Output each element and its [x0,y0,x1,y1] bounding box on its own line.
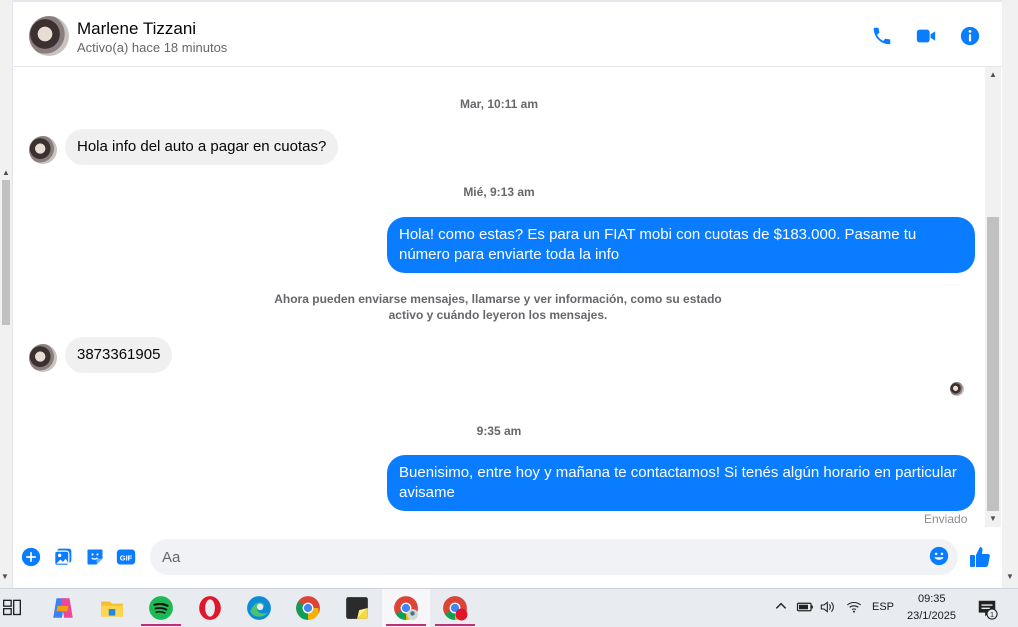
plus-icon[interactable] [21,547,41,567]
info-icon[interactable] [959,25,981,47]
page-scrollbar-left[interactable]: ▲ ▼ [0,0,12,588]
opera-icon[interactable] [197,595,223,621]
scroll-up-arrow-icon[interactable]: ▲ [989,70,997,79]
message-input[interactable] [150,539,958,575]
running-indicator [435,624,475,626]
emoji-icon[interactable] [929,546,949,566]
clock-date[interactable]: 23/1/2025 [907,610,956,622]
gif-icon[interactable]: GIF [116,547,136,567]
copilot-icon[interactable] [50,595,76,621]
scroll-down-arrow-icon[interactable]: ▼ [989,514,997,523]
running-indicator [141,624,181,626]
timestamp: 9:35 am [476,424,522,438]
chrome-icon[interactable] [295,595,321,621]
outgoing-message[interactable]: Buenisimo, entre hoy y mañana te contact… [387,455,975,511]
incoming-message[interactable]: 3873361905 [65,337,173,373]
taskbar: ESP 09:35 23/1/2025 1 [0,588,1018,627]
incoming-message[interactable]: Hola info del auto a pagar en cuotas? [65,129,339,165]
task-view-icon[interactable] [2,597,22,617]
messages-scrollbar[interactable]: ▲ ▼ [985,67,1001,527]
image-icon[interactable] [53,547,73,567]
input-language[interactable]: ESP [872,601,894,613]
phone-call-icon[interactable] [871,25,893,47]
running-indicator [386,624,426,626]
edge-icon[interactable] [246,595,272,621]
page-scrollbar-right[interactable]: ▼ [1002,0,1018,588]
sender-avatar[interactable] [29,136,57,164]
volume-icon[interactable] [820,600,836,614]
timestamp: Mar, 10:11 am [459,97,539,111]
thumbs-up-icon[interactable] [968,545,992,569]
chat-window: Marlene Tizzani Activo(a) hace 18 minuto… [12,0,1003,588]
message-list: Mar, 10:11 am Hola info del auto a pagar… [13,67,985,530]
contact-status: Activo(a) hace 18 minutos [77,40,228,55]
scrollbar-thumb[interactable] [987,217,999,511]
notification-count: 1 [990,610,994,619]
clock-time[interactable]: 09:35 [918,593,946,605]
battery-icon[interactable] [796,600,814,614]
chrome-profile-icon[interactable] [442,595,468,621]
contact-name[interactable]: Marlene Tizzani [77,19,196,39]
scrollbar-thumb[interactable] [2,180,10,325]
system-note: Ahora pueden enviarse mensajes, llamarse… [274,292,722,322]
video-call-icon[interactable] [915,25,937,47]
scroll-up-arrow-icon[interactable]: ▲ [2,168,10,177]
sender-avatar[interactable] [29,344,57,372]
wifi-icon[interactable] [846,600,862,614]
chat-header: Marlene Tizzani Activo(a) hace 18 minuto… [13,0,1003,67]
sticker-icon[interactable] [85,547,105,567]
notifications-icon[interactable]: 1 [976,598,998,620]
seen-indicator-avatar [950,382,964,396]
timestamp: Mié, 9:13 am [463,185,535,199]
scroll-down-arrow-icon[interactable]: ▼ [1006,572,1014,581]
composer: GIF [13,530,1003,588]
contact-avatar[interactable] [29,16,69,56]
sticky-notes-icon[interactable] [344,595,370,621]
chrome-profile-icon[interactable] [393,595,419,621]
chevron-up-icon[interactable] [774,599,788,613]
outgoing-message[interactable]: Hola! como estas? Es para un FIAT mobi c… [387,217,975,273]
spotify-icon[interactable] [148,595,174,621]
sent-status: Enviado [924,512,968,526]
gif-label: GIF [120,553,133,562]
scroll-down-arrow-icon[interactable]: ▼ [1,572,9,581]
file-explorer-icon[interactable] [99,595,125,621]
